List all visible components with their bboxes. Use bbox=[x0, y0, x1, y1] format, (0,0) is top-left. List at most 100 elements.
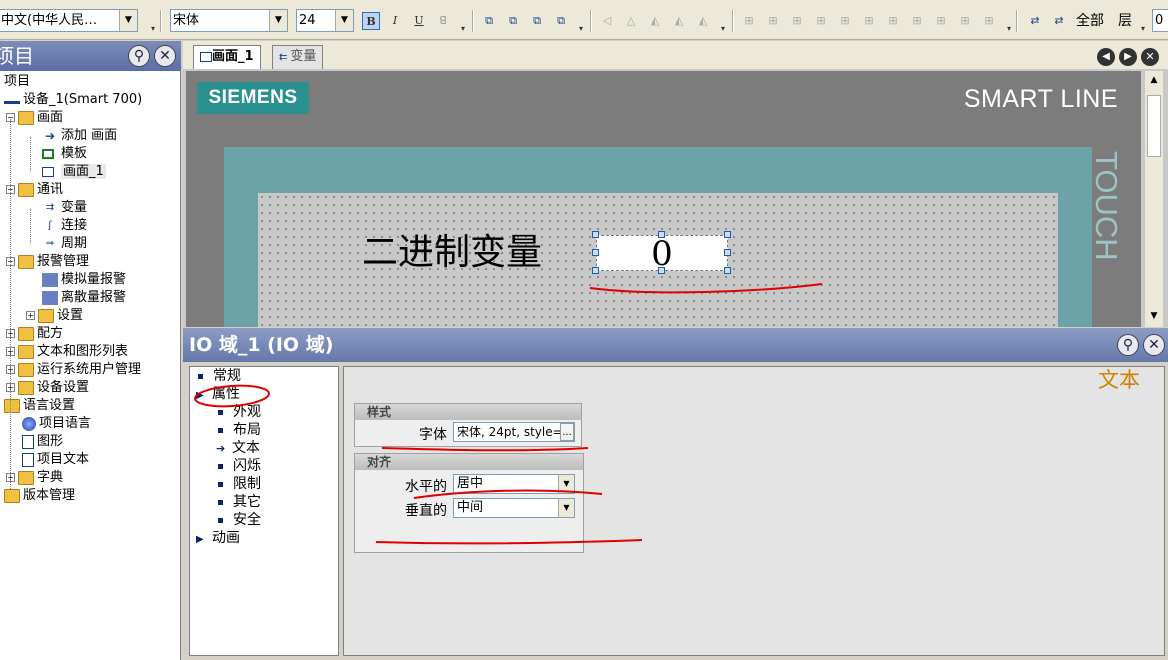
same-size-icon[interactable]: ⊞ bbox=[932, 12, 950, 30]
tree-item-screens[interactable]: − 画面 bbox=[6, 109, 63, 127]
layer-visible-icon[interactable]: ⇄ bbox=[1026, 12, 1044, 30]
scroll-tabs-right-icon[interactable]: ▶ bbox=[1119, 48, 1137, 66]
resize-handle[interactable] bbox=[658, 231, 665, 238]
resize-handle[interactable] bbox=[592, 249, 599, 256]
align-top-icon[interactable]: ◭ bbox=[670, 12, 688, 30]
io-field[interactable]: 0 bbox=[596, 235, 728, 272]
italic-button[interactable]: I bbox=[386, 12, 404, 30]
distribute-icon[interactable]: ⊞ bbox=[812, 12, 830, 30]
tree-item-label: 设备设置 bbox=[37, 380, 90, 395]
tree-item-runtime-users[interactable]: + 运行系统用户管理 bbox=[6, 361, 141, 379]
resize-handle[interactable] bbox=[724, 249, 731, 256]
expand-icon[interactable]: + bbox=[26, 311, 35, 320]
nav-item-security[interactable]: 安全 bbox=[218, 511, 261, 529]
resize-handle[interactable] bbox=[592, 267, 599, 274]
close-icon[interactable]: ✕ bbox=[154, 45, 176, 67]
resize-handle[interactable] bbox=[724, 231, 731, 238]
nav-item-appearance[interactable]: 外观 bbox=[218, 403, 261, 421]
tree-item-alarms[interactable]: − 报警管理 bbox=[6, 253, 89, 271]
tree-item-project[interactable]: 项目 bbox=[4, 73, 30, 91]
vertical-select[interactable]: 中间 ▼ bbox=[453, 498, 575, 518]
tree-item-device[interactable]: 设备_1(Smart 700) bbox=[4, 91, 142, 109]
layer-select[interactable]: 0 bbox=[1152, 9, 1168, 32]
same-size-icon[interactable]: ⊞ bbox=[956, 12, 974, 30]
resize-handle[interactable] bbox=[592, 231, 599, 238]
toolbar-overflow-icon[interactable]: ▾ bbox=[714, 20, 732, 38]
same-size-icon[interactable]: ⊞ bbox=[908, 12, 926, 30]
tab-tags[interactable]: ⇇ 变量 bbox=[272, 45, 324, 69]
tree-item-add-screen[interactable]: ➔ 添加 画面 bbox=[42, 127, 117, 145]
font-select[interactable]: 宋体 ▼ bbox=[170, 9, 288, 32]
font-field[interactable]: 宋体, 24pt, style= ... bbox=[453, 422, 575, 442]
nav-item-general[interactable]: 常规 bbox=[198, 367, 241, 385]
tree-item-discrete-alarms[interactable]: 离散量报警 bbox=[42, 289, 126, 307]
align-right-icon[interactable]: ◭ bbox=[646, 12, 664, 30]
font-browse-button[interactable]: ... bbox=[560, 423, 574, 441]
nav-label: 常规 bbox=[213, 368, 241, 384]
binary-tag-label[interactable]: 二进制变量 bbox=[362, 233, 542, 273]
scroll-down-icon[interactable]: ▼ bbox=[1147, 309, 1161, 323]
same-size-icon[interactable]: ⊞ bbox=[884, 12, 902, 30]
editor-vertical-scrollbar[interactable]: ▲ ▼ bbox=[1145, 71, 1163, 327]
same-size-icon[interactable]: ⊞ bbox=[860, 12, 878, 30]
language-select[interactable]: 中文(中华人民… ▼ bbox=[0, 9, 138, 32]
nav-item-misc[interactable]: 其它 bbox=[218, 493, 261, 511]
tree-item-graphics[interactable]: 图形 bbox=[22, 433, 63, 451]
scrollbar-thumb[interactable] bbox=[1147, 95, 1161, 157]
tree-item-analog-alarms[interactable]: 模拟量报警 bbox=[42, 271, 126, 289]
underline-button[interactable]: U bbox=[410, 12, 428, 30]
nav-item-text[interactable]: ➔ 文本 bbox=[216, 439, 260, 457]
distribute-icon[interactable]: ⊞ bbox=[836, 12, 854, 30]
tree-item-cycles[interactable]: ⇒ 周期 bbox=[42, 235, 87, 253]
tab-screen-1[interactable]: 画面_1 bbox=[193, 45, 261, 69]
tree-item-template[interactable]: 模板 bbox=[42, 145, 87, 163]
align-center-icon[interactable]: △ bbox=[622, 12, 640, 30]
tree-item-screen-1[interactable]: 画面_1 bbox=[42, 163, 106, 181]
nav-item-animation[interactable]: ▶ 动画 bbox=[196, 529, 240, 547]
close-icon[interactable]: ✕ bbox=[1143, 334, 1165, 356]
tree-item-device-settings[interactable]: + 设备设置 bbox=[6, 379, 89, 397]
pin-icon[interactable]: ⚲ bbox=[128, 45, 150, 67]
align-objects-icon[interactable]: ⧉ bbox=[480, 12, 498, 30]
toolbar-overflow-icon[interactable]: ▾ bbox=[572, 20, 590, 38]
ungroup-icon[interactable]: ⧉ bbox=[528, 12, 546, 30]
bold-button[interactable]: B bbox=[362, 12, 380, 30]
strikethrough-icon[interactable]: ꓭ bbox=[434, 12, 452, 30]
distribute-icon[interactable]: ⊞ bbox=[764, 12, 782, 30]
nav-item-flashing[interactable]: 闪烁 bbox=[218, 457, 261, 475]
tree-item-text-graphic-lists[interactable]: + 文本和图形列表 bbox=[6, 343, 128, 361]
pin-icon[interactable]: ⚲ bbox=[1117, 334, 1139, 356]
hmi-screen-canvas[interactable]: 二进制变量 0 bbox=[258, 193, 1058, 327]
horizontal-select[interactable]: 居中 ▼ bbox=[453, 474, 575, 494]
tree-item-communication[interactable]: − 通讯 bbox=[6, 181, 63, 199]
close-editor-icon[interactable]: ✕ bbox=[1141, 48, 1159, 66]
resize-handle[interactable] bbox=[658, 267, 665, 274]
group-icon[interactable]: ⧉ bbox=[504, 12, 522, 30]
tree-item-dictionaries[interactable]: + 字典 bbox=[6, 469, 63, 487]
tree-item-recipes[interactable]: + 配方 bbox=[6, 325, 63, 343]
tree-item-project-texts[interactable]: 项目文本 bbox=[22, 451, 89, 469]
toolbar-overflow-icon[interactable]: ▾ bbox=[454, 20, 472, 38]
nav-item-limits[interactable]: 限制 bbox=[218, 475, 261, 493]
tree-item-tags[interactable]: ⇉ 变量 bbox=[42, 199, 87, 217]
distribute-icon[interactable]: ⊞ bbox=[788, 12, 806, 30]
arrange-icon[interactable]: ⧉ bbox=[552, 12, 570, 30]
tree-item-language-settings[interactable]: 语言设置 bbox=[4, 397, 75, 415]
layer-all-icon[interactable]: ⇄ bbox=[1050, 12, 1068, 30]
screen-icon bbox=[200, 51, 212, 62]
toolbar-overflow-icon[interactable]: ▾ bbox=[1134, 20, 1152, 38]
nav-item-properties[interactable]: ▶ 属性 bbox=[196, 385, 240, 403]
resize-handle[interactable] bbox=[724, 267, 731, 274]
tree-item-project-languages[interactable]: 项目语言 bbox=[22, 415, 91, 433]
align-left-icon[interactable]: ◁ bbox=[598, 12, 616, 30]
tree-item-alarm-settings[interactable]: + 设置 bbox=[26, 307, 83, 325]
align-middle-icon[interactable]: ◭ bbox=[694, 12, 712, 30]
nav-item-layout[interactable]: 布局 bbox=[218, 421, 261, 439]
scroll-tabs-left-icon[interactable]: ◀ bbox=[1097, 48, 1115, 66]
distribute-icon[interactable]: ⊞ bbox=[740, 12, 758, 30]
tree-item-version-management[interactable]: 版本管理 bbox=[4, 487, 75, 505]
same-size-icon[interactable]: ⊞ bbox=[980, 12, 998, 30]
tree-item-connections[interactable]: ʃ 连接 bbox=[42, 217, 87, 235]
scroll-up-icon[interactable]: ▲ bbox=[1147, 73, 1161, 87]
font-size-select[interactable]: 24 ▼ bbox=[296, 9, 354, 32]
